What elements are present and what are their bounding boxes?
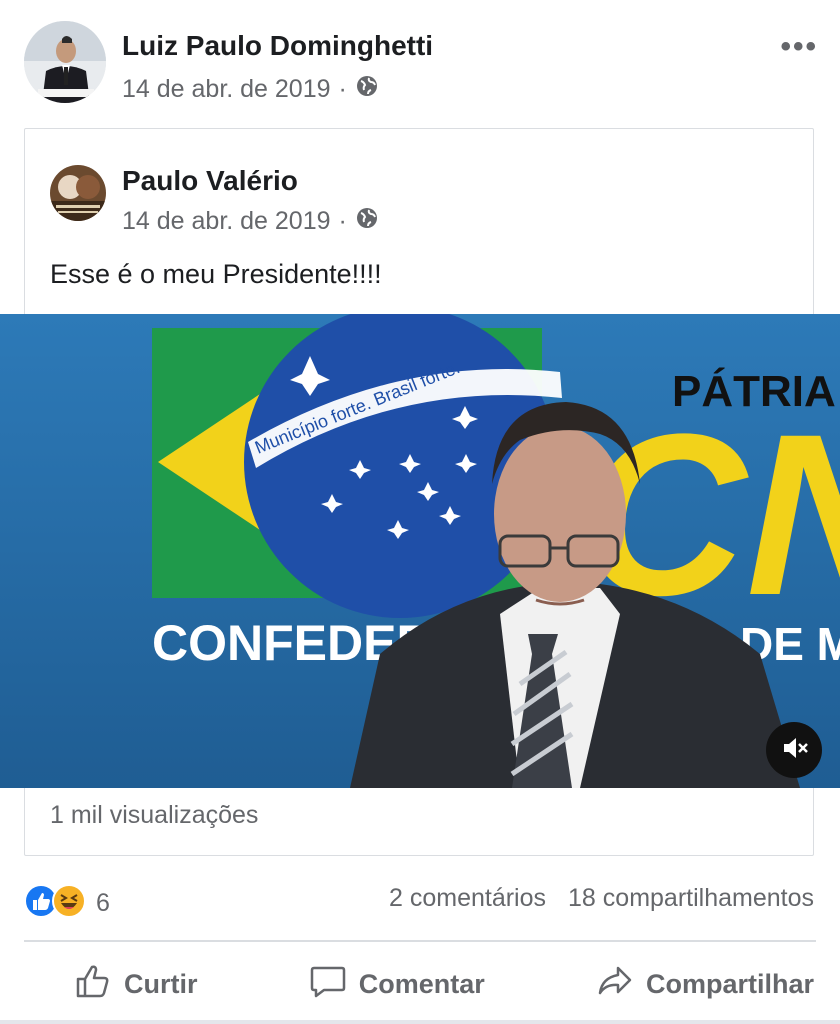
divider (24, 940, 816, 942)
more-options-button[interactable]: ••• (780, 30, 818, 64)
share-button[interactable]: Compartilhar (596, 958, 814, 1010)
action-bar: Curtir Comentar Compartilhar (0, 958, 840, 1010)
comment-label: Comentar (358, 968, 485, 999)
author-name[interactable]: Luiz Paulo Dominghetti (122, 30, 433, 62)
shares-count[interactable]: 18 compartilhamentos (568, 884, 814, 913)
thumbs-up-icon (74, 962, 112, 1007)
shared-author-avatar[interactable] (50, 165, 106, 221)
post-date[interactable]: 14 de abr. de 2019 (122, 75, 331, 104)
post-meta: 14 de abr. de 2019 · (122, 74, 379, 105)
author-avatar[interactable] (24, 21, 106, 103)
shared-post-text: Esse é o meu Presidente!!!! (50, 259, 382, 289)
shared-post-meta: 14 de abr. de 2019 · (122, 206, 379, 237)
meta-separator: · (338, 207, 347, 235)
globe-icon (355, 74, 379, 105)
haha-reaction-icon (52, 884, 86, 923)
video-player[interactable]: Município forte. Brasil forte. CN PÁTRIA… (0, 314, 840, 788)
reaction-summary[interactable]: 6 (24, 884, 110, 923)
comment-icon (309, 962, 347, 1007)
volume-muted-icon (778, 732, 810, 769)
globe-icon (355, 206, 379, 237)
post-stats: 2 comentários 18 compartilhamentos (389, 884, 814, 913)
mute-button[interactable] (766, 722, 822, 778)
patria-logo-text: PÁTRIA (672, 366, 836, 416)
shared-author-name[interactable]: Paulo Valério (122, 165, 298, 197)
like-label: Curtir (124, 968, 198, 999)
shared-post-date[interactable]: 14 de abr. de 2019 (122, 207, 331, 236)
reaction-count: 6 (96, 889, 110, 917)
video-views: 1 mil visualizações (50, 801, 259, 829)
bottom-bar (0, 1020, 840, 1024)
meta-separator: · (338, 75, 347, 103)
share-arrow-icon (596, 962, 634, 1007)
comments-count[interactable]: 2 comentários (389, 884, 546, 913)
share-label: Compartilhar (645, 968, 814, 999)
comment-button[interactable]: Comentar (309, 958, 485, 1010)
like-button[interactable]: Curtir (74, 958, 198, 1010)
